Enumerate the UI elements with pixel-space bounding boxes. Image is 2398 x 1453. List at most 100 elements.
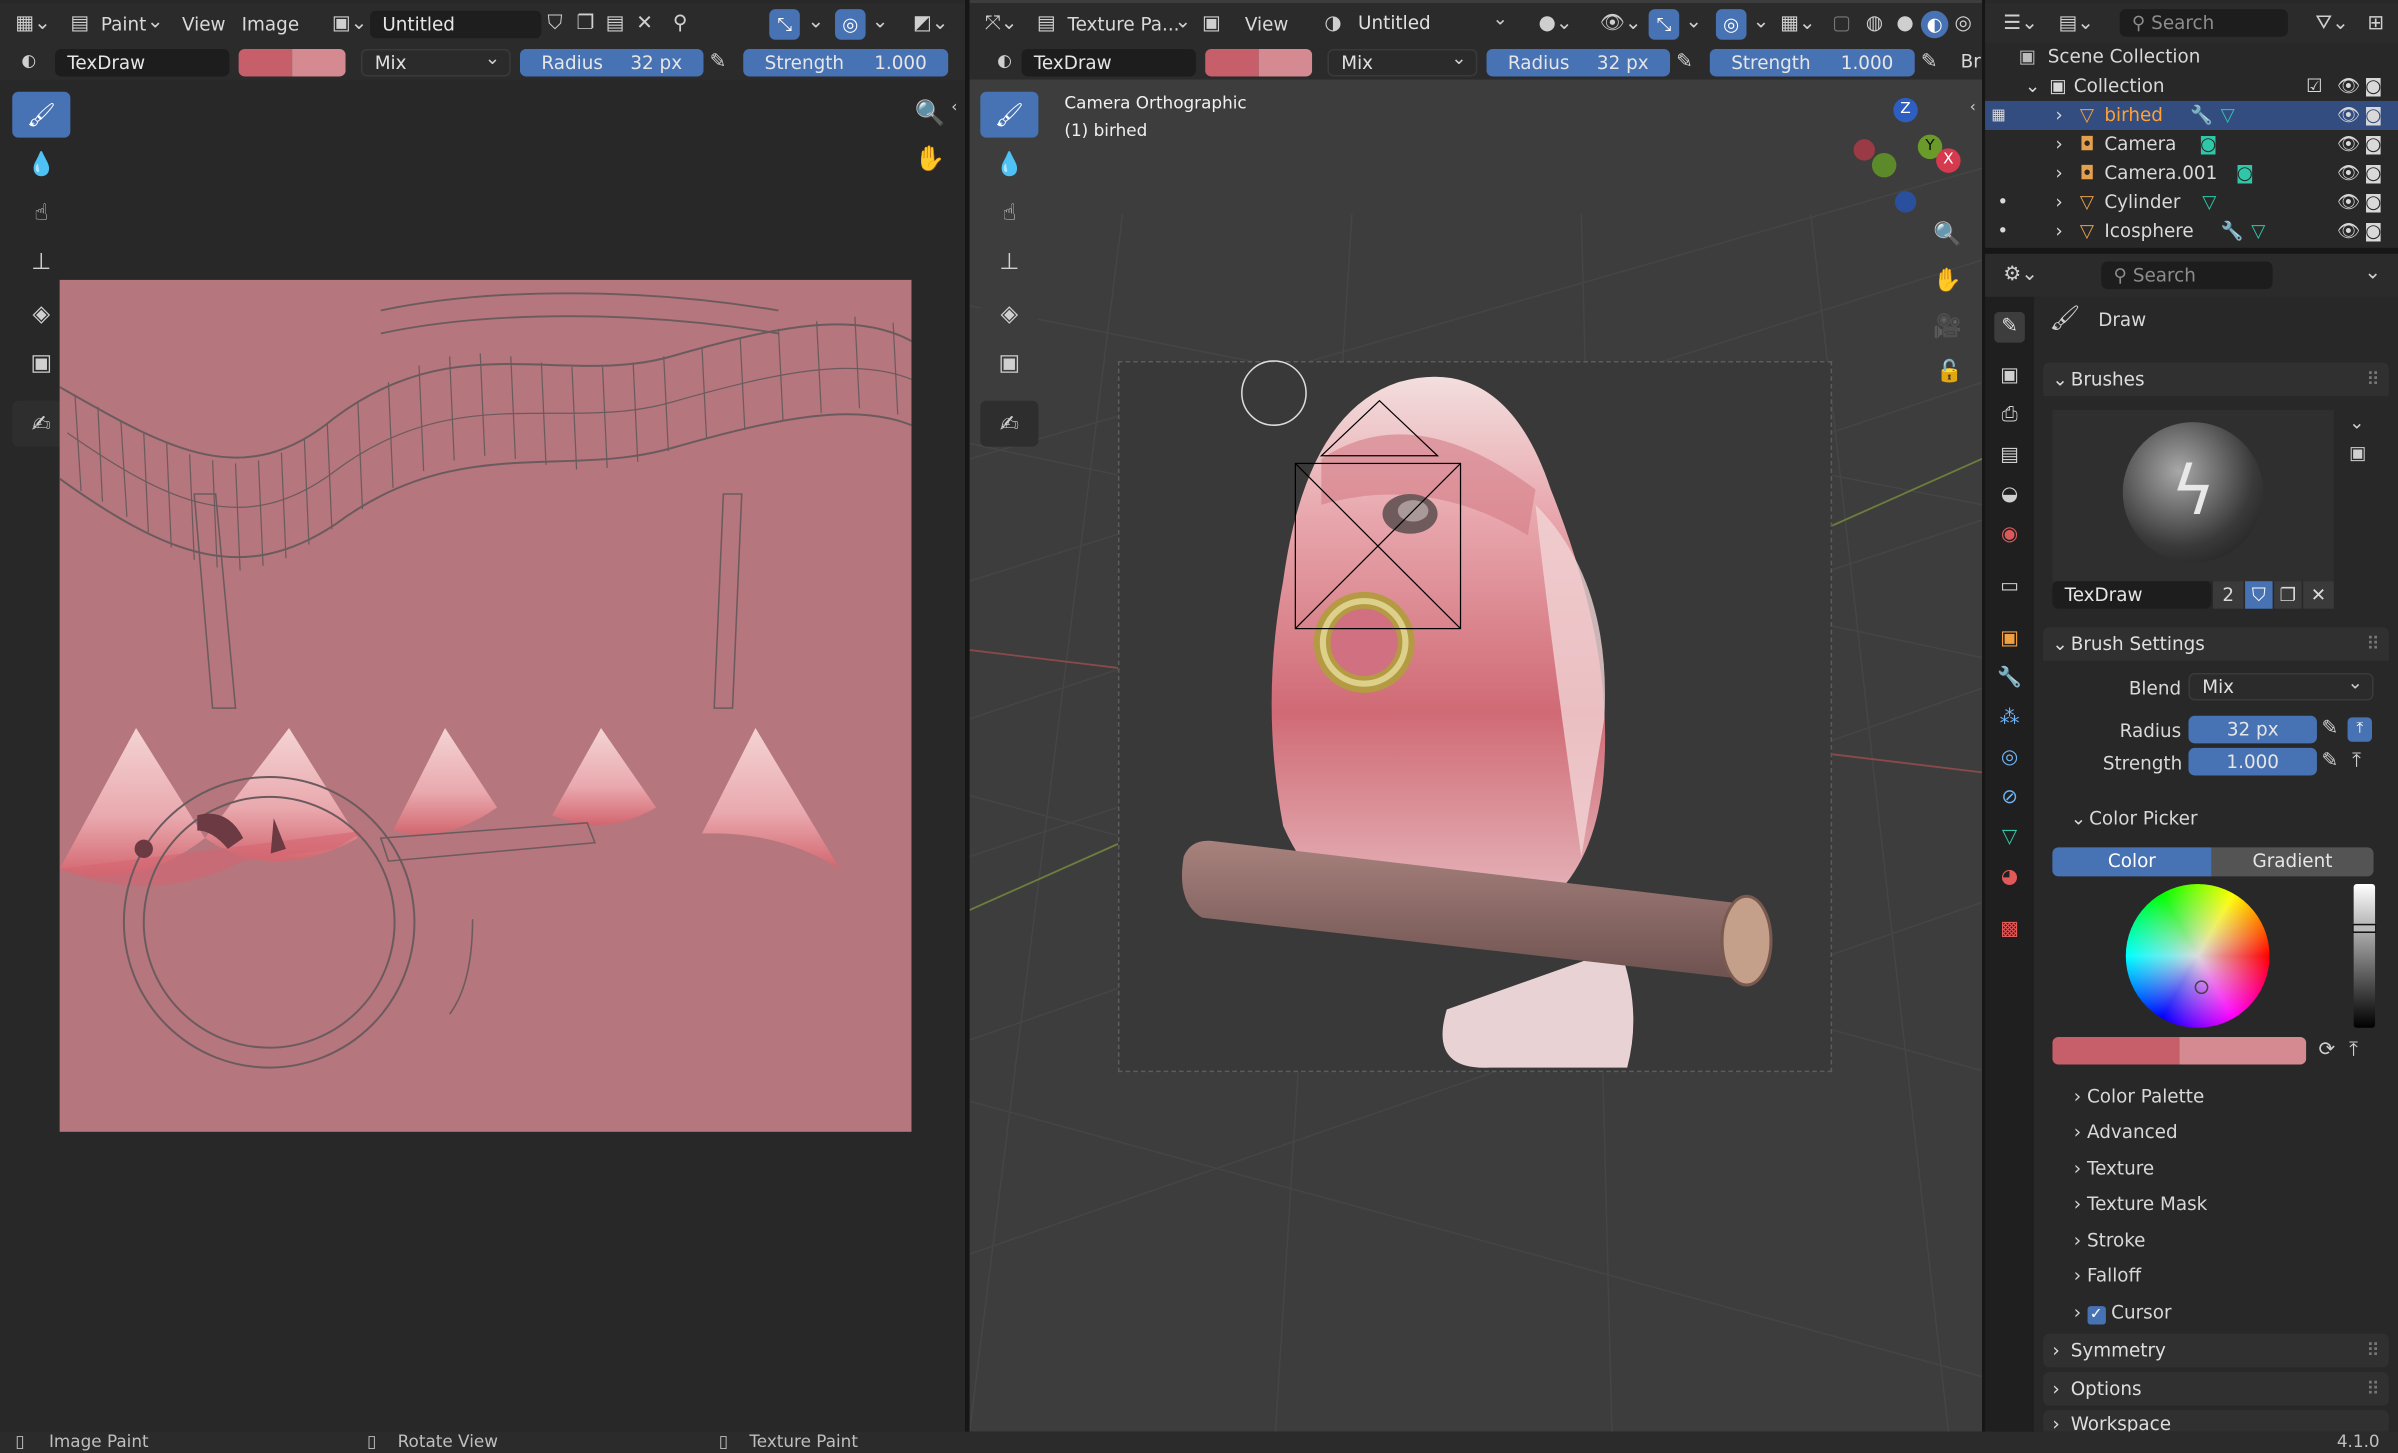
blend-mode-select[interactable]: Mix: [1327, 46, 1478, 77]
outliner-row-collection[interactable]: ⌄ ▣ Collection ☑ 👁 ◙: [1985, 72, 2398, 101]
camera-icon[interactable]: ◙: [2364, 217, 2382, 246]
color-cursor[interactable]: [2194, 980, 2209, 995]
smear-tool-button[interactable]: ☝: [980, 189, 1039, 236]
open-image-icon[interactable]: ▤: [606, 14, 625, 34]
drag-handle-icon[interactable]: ⠿: [2366, 362, 2379, 396]
strength-slider[interactable]: 1.000: [2188, 747, 2317, 776]
zoom-icon[interactable]: 🔍: [915, 100, 945, 125]
editor-type-icon[interactable]: ⚙⌄: [2003, 265, 2037, 285]
outliner-row-camera-001[interactable]: › ◘ Camera.001 ◙ 👁 ◙: [1985, 159, 2398, 188]
subpanel-falloff[interactable]: › Falloff: [2074, 1265, 2141, 1286]
strength-jitter-icon[interactable]: ⤒: [2352, 751, 2361, 771]
color-swatches[interactable]: [2052, 1036, 2307, 1065]
chevron-down-icon[interactable]: ⌄: [2349, 413, 2364, 431]
brush-name-field[interactable]: TexDraw: [1021, 48, 1196, 77]
pan-icon[interactable]: ✋: [915, 146, 945, 171]
fake-user-shield-icon[interactable]: ⛉: [2245, 581, 2273, 609]
sidebar-toggle-icon[interactable]: ‹: [951, 100, 957, 116]
tab-modifiers[interactable]: 🔧: [1994, 664, 2025, 695]
blend-select[interactable]: Mix: [2188, 670, 2374, 701]
gizmo-z-axis[interactable]: Z: [1893, 97, 1918, 123]
image-name-field[interactable]: Untitled: [370, 10, 542, 39]
new-image-icon[interactable]: ❐: [577, 14, 595, 34]
drag-handle-icon[interactable]: ⠿: [2366, 1372, 2379, 1406]
mode-dropdown[interactable]: Paint: [101, 14, 146, 35]
eye-icon[interactable]: 👁: [2337, 72, 2360, 101]
swap-colors-icon[interactable]: ⟳: [2318, 1040, 2335, 1060]
camera-icon[interactable]: ◙: [2364, 72, 2382, 101]
draw-tool-button[interactable]: 🖌: [12, 91, 71, 138]
3d-viewport[interactable]: Z Y X: [969, 0, 1983, 1432]
drag-handle-icon[interactable]: ⠿: [2366, 627, 2379, 661]
menu-image[interactable]: Image: [242, 14, 299, 35]
tab-particles[interactable]: ⁂: [1994, 704, 2025, 735]
display-channels-icon[interactable]: ◩⌄: [913, 14, 948, 34]
tab-tool[interactable]: ✎: [1994, 312, 2025, 343]
tab-output[interactable]: ⎙: [1994, 401, 2025, 432]
draw-tool-button[interactable]: 🖌: [980, 91, 1039, 138]
camera-icon[interactable]: ◙: [2364, 159, 2382, 188]
image-browse-icon[interactable]: ◑: [1324, 14, 1341, 34]
texture-slot-icon[interactable]: ●⌄: [1539, 14, 1573, 34]
tab-constraints[interactable]: ⊘: [1994, 783, 2025, 814]
camera-icon[interactable]: ◙: [2364, 188, 2382, 217]
color-pressure-icon[interactable]: ⤒: [2349, 1040, 2358, 1060]
clone-tool-button[interactable]: ⊥: [12, 238, 71, 285]
subpanel-texture-mask[interactable]: › Texture Mask: [2074, 1193, 2207, 1214]
smear-tool-button[interactable]: ☝: [12, 189, 71, 236]
sidebar-toggle-icon[interactable]: ‹: [1970, 100, 1976, 116]
tab-render[interactable]: ▣: [1994, 361, 2025, 392]
tab-world[interactable]: ◉: [1994, 520, 2025, 551]
radius-slider[interactable]: Radius 32 px: [1486, 48, 1671, 77]
chevron-down-icon[interactable]: ⌄: [807, 12, 824, 32]
unlink-brush-icon[interactable]: ✕: [2303, 581, 2334, 609]
duplicate-brush-icon[interactable]: ❐: [2274, 581, 2302, 609]
soften-tool-button[interactable]: 💧: [980, 140, 1039, 187]
unlink-icon[interactable]: ✕: [636, 14, 653, 34]
menu-view[interactable]: View: [182, 14, 226, 35]
brush-users-count[interactable]: 2: [2212, 581, 2244, 609]
color-tab[interactable]: Color: [2052, 847, 2212, 877]
material-shading-button[interactable]: ◐: [1920, 10, 1949, 39]
mask-tool-button[interactable]: ▣: [980, 339, 1039, 386]
editor-type-icon[interactable]: ⤧⌄: [985, 14, 1018, 34]
chevron-down-icon[interactable]: ⌄: [872, 12, 889, 32]
expand-icon[interactable]: ›: [2055, 159, 2062, 188]
toggle-xray-icon[interactable]: ▢: [1832, 14, 1851, 34]
outliner-row-cylinder[interactable]: • › ▽ Cylinder ▽ 👁 ◙: [1985, 188, 2398, 217]
strength-pressure-icon[interactable]: ✎: [2322, 751, 2339, 771]
mode-dropdown[interactable]: Texture Pa...: [1067, 14, 1179, 35]
display-mode-icon[interactable]: ▤⌄: [2058, 14, 2093, 34]
options-panel-header[interactable]: › Options ⠿: [2043, 1371, 2389, 1406]
properties-search-input[interactable]: ⚲ Search: [2101, 261, 2273, 290]
brush-name-field[interactable]: TexDraw: [2052, 581, 2212, 609]
brush-settings-panel-header[interactable]: ⌄ Brush Settings ⠿: [2043, 627, 2389, 661]
outliner-search-input[interactable]: ⚲ Search: [2119, 9, 2288, 37]
gizmo-neg-z[interactable]: [1894, 191, 1917, 213]
gradient-tab[interactable]: Gradient: [2211, 847, 2374, 877]
brush-color-swatch[interactable]: [238, 48, 346, 77]
expand-icon[interactable]: ›: [2055, 101, 2062, 130]
solid-shading-icon[interactable]: ●: [1896, 14, 1913, 34]
editor-type-icon[interactable]: ▦⌄: [15, 14, 50, 34]
brushes-panel-header[interactable]: ⌄ Brushes ⠿: [2043, 362, 2389, 397]
tab-material[interactable]: ◕: [1994, 863, 2025, 894]
tab-data[interactable]: ▽: [1994, 823, 2025, 854]
eye-icon[interactable]: 👁: [2337, 101, 2360, 130]
pen-pressure-icon[interactable]: ✎: [1676, 52, 1693, 72]
outliner-row-camera[interactable]: › ◘ Camera ◙ 👁 ◙: [1985, 130, 2398, 159]
uv-sync-button[interactable]: ⤡: [769, 9, 800, 40]
pen-pressure-icon[interactable]: ✎: [710, 52, 727, 72]
cursor-checkbox[interactable]: ✓: [2086, 1306, 2106, 1325]
brush-preview[interactable]: ϟ: [2052, 409, 2334, 582]
gizmo-neg-x[interactable]: [1853, 139, 1875, 161]
radius-slider[interactable]: Radius 32 px: [519, 48, 704, 77]
expand-icon[interactable]: ›: [2055, 217, 2062, 246]
eye-icon[interactable]: 👁: [2337, 159, 2360, 188]
image-browse-icon[interactable]: ▣⌄: [332, 14, 367, 34]
strength-slider[interactable]: Strength 1.000: [743, 48, 949, 77]
symmetry-panel-header[interactable]: › Symmetry ⠿: [2043, 1333, 2389, 1368]
camera-icon[interactable]: ◙: [2364, 101, 2382, 130]
editor-type-icon[interactable]: ☰⌄: [2003, 14, 2037, 34]
outliner-row-birhed[interactable]: ▦ › ▽ birhed 🔧 ▽ 👁 ◙: [1985, 100, 2398, 131]
